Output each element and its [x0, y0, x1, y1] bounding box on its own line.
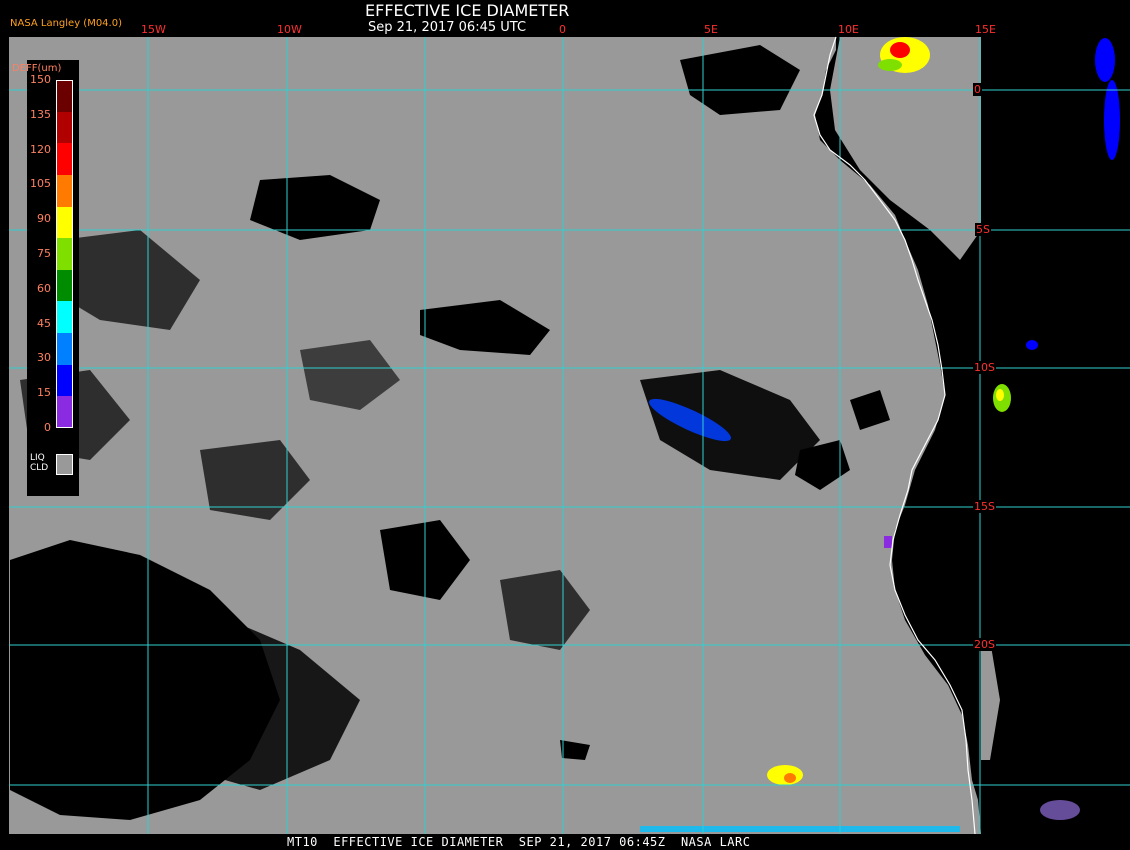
legend-tick-label: 135: [30, 107, 51, 121]
lat-label-15s: 15S: [973, 500, 996, 513]
color-legend: DEFF(um) 150 135 120 105 90 75 60 45 30 15 0 LIQ C…: [12, 60, 79, 496]
legend-bar-frame: [56, 80, 73, 428]
map-datetime: Sep 21, 2017 06:45 UTC: [368, 20, 527, 35]
map-title: EFFECTIVE ICE DIAMETER: [365, 1, 570, 20]
legend-tick-label: 150: [30, 73, 51, 86]
legend-tick-label: 15: [37, 386, 51, 400]
legend-liq-label: LIQ: [30, 453, 45, 463]
legend-cld-label: CLD: [30, 463, 49, 473]
legend-tick-label: 30: [37, 351, 51, 365]
lat-label-10s: 10S: [973, 361, 996, 374]
lat-label-0: 0: [973, 83, 982, 96]
legend-tick-label: 90: [37, 212, 51, 226]
lat-label-20s: 20S: [973, 638, 996, 651]
legend-tick-label: 45: [37, 316, 51, 330]
legend-tick-label: 60: [37, 281, 51, 295]
lon-label-0: 0: [559, 23, 566, 36]
credit-label: NASA Langley (M04.0): [10, 18, 122, 29]
legend-tick-label: 120: [30, 142, 51, 156]
legend-tick-label: 105: [30, 177, 51, 191]
legend-tick-label: 75: [37, 247, 51, 260]
lon-label-15w: 15W: [141, 23, 166, 36]
legend-liq-swatch: [56, 454, 73, 475]
legend-tick-label: 0: [44, 421, 51, 434]
lat-label-5s: 5S: [975, 223, 991, 236]
footer-caption: MT10 EFFECTIVE ICE DIAMETER SEP 21, 2017…: [287, 835, 751, 849]
lon-label-10w: 10W: [277, 23, 302, 36]
lon-label-10e: 10E: [838, 23, 859, 36]
satellite-map: [9, 36, 1130, 835]
lon-label-15e: 15E: [975, 23, 996, 36]
lon-label-5e: 5E: [704, 23, 718, 36]
